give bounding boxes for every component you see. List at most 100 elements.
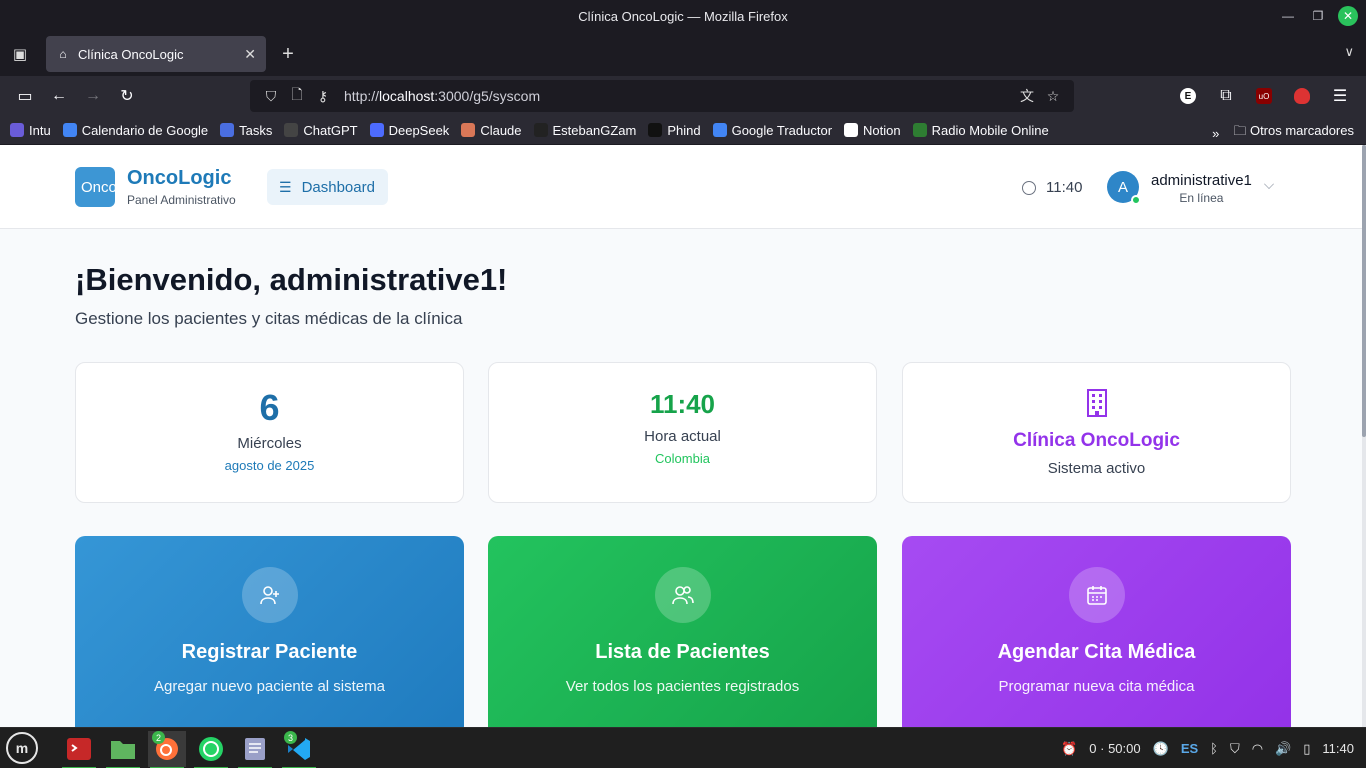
tab-active[interactable]: ⌂ Clínica OncoLogic ✕: [46, 36, 266, 72]
bookmark-favicon-icon: [220, 123, 235, 137]
page-icon[interactable]: 🗋: [284, 84, 310, 108]
bookmark-favicon-icon: [461, 123, 476, 137]
bookmark-item[interactable]: Phind: [648, 123, 701, 138]
back-button[interactable]: ←: [42, 80, 76, 112]
security-shield-icon[interactable]: ⛉: [1230, 741, 1240, 757]
close-tab-icon[interactable]: ✕: [244, 46, 256, 63]
new-tab-button[interactable]: +: [270, 36, 306, 72]
bookmark-favicon-icon: [10, 123, 24, 137]
bookmark-item[interactable]: Radio Mobile Online: [912, 122, 1049, 138]
bookmark-item[interactable]: EstebanGZam: [533, 122, 637, 138]
bookmark-item[interactable]: Calendario de Google: [62, 123, 208, 138]
battery-icon[interactable]: ▯: [1303, 741, 1310, 757]
other-bookmarks[interactable]: 🗀 Otros marcadores: [1233, 122, 1354, 144]
avatar[interactable]: A: [1107, 171, 1141, 205]
taskbar-vscode[interactable]: 3: [280, 731, 318, 768]
bookmark-favicon-icon: [369, 123, 384, 137]
dashboard-button[interactable]: ☰ Dashboard: [267, 169, 388, 205]
bookmarks-overflow-icon[interactable]: »: [1212, 126, 1219, 141]
logo[interactable]: Onco: [75, 167, 115, 207]
taskbar-clock[interactable]: 11:40: [1322, 741, 1354, 756]
user-plus-icon: [241, 567, 298, 623]
system-tray: ⏰ 0 · 50:00 🕓 ES ᛒ ⛉ ◠ 🔊 ▯ 11:40: [1061, 728, 1354, 768]
bookmark-label: Tasks: [239, 122, 273, 138]
bookmark-star-icon[interactable]: ☆: [1040, 88, 1066, 105]
brand-name: OncoLogic: [127, 167, 232, 189]
address-bar[interactable]: ⛉ 🗋 ⚷ http://localhost:3000/g5/syscom 文 …: [250, 80, 1074, 112]
schedule-appointment-title: Agendar Cita Médica: [997, 641, 1196, 663]
fox-extension-icon[interactable]: [1286, 80, 1318, 112]
bookmark-item[interactable]: DeepSeek: [369, 123, 449, 138]
bookmark-label: Notion: [863, 122, 901, 138]
translate-icon[interactable]: 文: [1014, 86, 1040, 106]
bookmark-item[interactable]: Tasks: [220, 123, 272, 138]
taskbar-whatsapp[interactable]: [192, 731, 230, 768]
register-patient-desc: Agregar nuevo paciente al sistema: [154, 678, 385, 695]
register-patient-card[interactable]: Registrar Paciente Agregar nuevo pacient…: [75, 536, 464, 727]
taskbar-terminal[interactable]: [60, 731, 98, 768]
bookmark-label: Google Traductor: [731, 122, 833, 138]
bookmark-item[interactable]: Notion: [844, 123, 901, 138]
timer-text[interactable]: 0 · 50:00: [1089, 741, 1140, 756]
bookmark-item[interactable]: Google Traductor: [712, 122, 833, 138]
key-icon[interactable]: ⚷: [310, 88, 336, 105]
bookmark-item[interactable]: ChatGPT: [284, 123, 358, 138]
firefox-view-icon[interactable]: ▣: [0, 32, 40, 76]
alarm-off-icon[interactable]: ⏰: [1061, 741, 1077, 757]
close-window-button[interactable]: ✕: [1338, 6, 1358, 26]
patient-list-card[interactable]: Lista de Pacientes Ver todos los pacient…: [488, 536, 877, 727]
calendar-icon: [1068, 567, 1125, 623]
clock-app-icon[interactable]: 🕓: [1153, 741, 1169, 757]
minimize-button[interactable]: —: [1278, 6, 1298, 26]
start-menu-button[interactable]: m: [6, 732, 38, 764]
reload-button[interactable]: ↻: [110, 80, 144, 112]
window-title: Clínica OncoLogic — Mozilla Firefox: [578, 8, 788, 24]
page-title: ¡Bienvenido, administrative1!: [75, 262, 508, 297]
bookmark-favicon-icon: [648, 123, 663, 137]
dashboard-label: Dashboard: [301, 178, 375, 196]
header-time-text: 11:40: [1046, 179, 1083, 196]
clock-time: 11:40: [649, 389, 716, 419]
online-indicator: [1131, 195, 1141, 205]
bookmark-favicon-icon: [62, 123, 77, 137]
maximize-button[interactable]: ❐: [1308, 6, 1328, 26]
wifi-icon[interactable]: ◠: [1252, 741, 1263, 757]
bookmark-item[interactable]: Claude: [461, 123, 522, 138]
taskbar-firefox[interactable]: 2: [148, 731, 186, 768]
ublock-icon[interactable]: uO: [1248, 80, 1280, 112]
sidebar-toggle-icon[interactable]: ▭: [8, 80, 42, 112]
schedule-appointment-desc: Programar nueva cita médica: [998, 678, 1195, 695]
shield-icon[interactable]: ⛉: [258, 88, 284, 105]
menu-hamburger-icon[interactable]: ☰: [1324, 80, 1356, 112]
date-weekday: Miércoles: [237, 435, 302, 452]
bookmark-favicon-icon: [712, 123, 727, 137]
bookmarks-bar: Intu Calendario de Google Tasks ChatGPT Deep…: [0, 116, 1366, 144]
volume-icon[interactable]: 🔊: [1275, 741, 1291, 757]
bookmark-label: EstebanGZam: [552, 122, 637, 138]
extensions-puzzle-icon[interactable]: ⧉: [1210, 80, 1242, 112]
username: administrative1: [1151, 172, 1252, 189]
keyboard-layout[interactable]: ES: [1181, 741, 1198, 756]
bookmark-favicon-icon: [912, 123, 927, 137]
url-text[interactable]: http://localhost:3000/g5/syscom: [344, 88, 1014, 104]
app-header: Onco OncoLogic Panel Administrativo ☰ Da…: [0, 145, 1362, 229]
schedule-appointment-card[interactable]: Agendar Cita Médica Programar nueva cita…: [902, 536, 1291, 727]
building-icon: [1086, 389, 1107, 417]
forward-button[interactable]: →: [76, 80, 110, 112]
chevron-down-icon[interactable]: [1264, 179, 1274, 189]
taskbar: m 2 3 ⏰ 0 · 50:00 🕓 ES ᛒ ⛉ ◠ 🔊 ▯ 11:40: [0, 727, 1366, 768]
date-card: 6 Miércoles agosto de 2025: [75, 362, 464, 503]
taskbar-text-editor[interactable]: [236, 731, 274, 768]
tab-bar: ▣ ⌂ Clínica OncoLogic ✕ + ∨: [0, 32, 1366, 76]
bookmark-label: Radio Mobile Online: [931, 122, 1049, 138]
list-tabs-icon[interactable]: ∨: [1344, 44, 1354, 60]
page-scrollbar[interactable]: [1362, 145, 1366, 727]
bluetooth-icon[interactable]: ᛒ: [1210, 741, 1218, 756]
bookmark-item[interactable]: Intu: [10, 123, 51, 138]
patient-list-title: Lista de Pacientes: [595, 641, 770, 663]
page-subtitle: Gestione los pacientes y citas médicas d…: [75, 309, 463, 328]
extension-e-icon[interactable]: E: [1172, 80, 1204, 112]
clinic-status: Sistema activo: [1047, 460, 1146, 477]
user-menu[interactable]: administrative1 En línea: [1151, 172, 1252, 205]
taskbar-files[interactable]: [104, 731, 142, 768]
